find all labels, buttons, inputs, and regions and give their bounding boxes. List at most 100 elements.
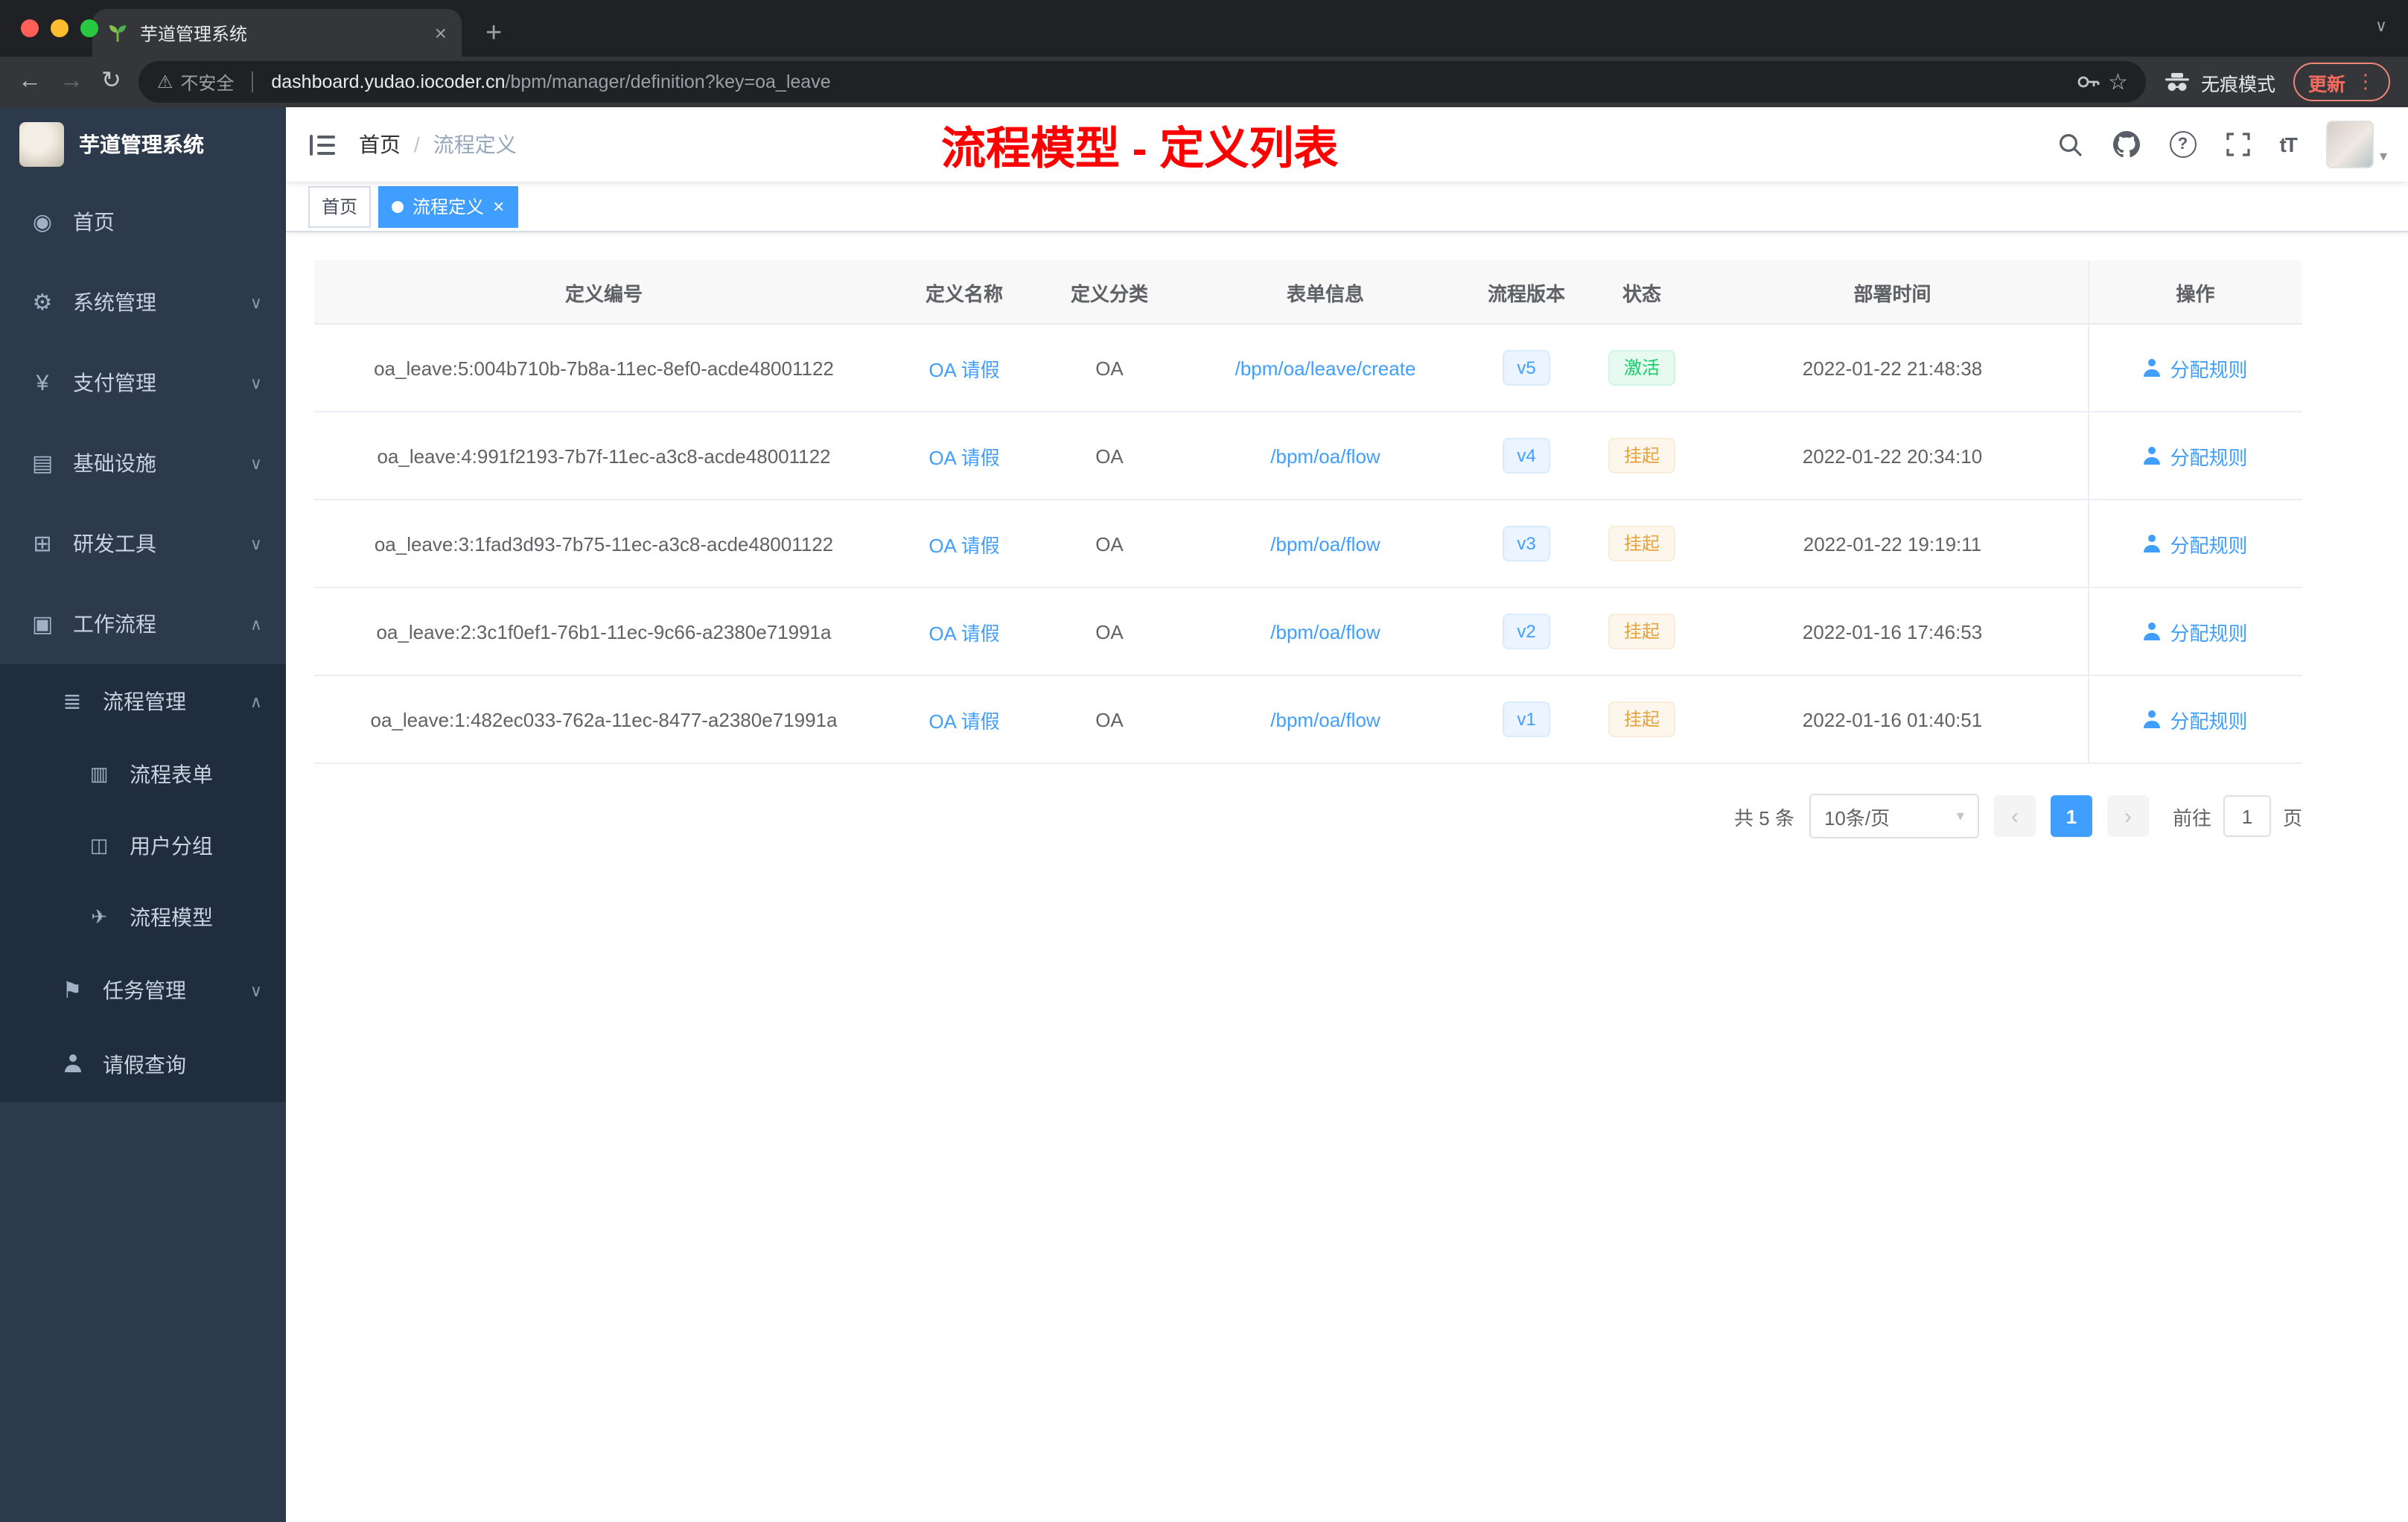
sidebar-item-label: 研发工具 [73,532,156,555]
definition-category: OA [1035,675,1184,764]
back-icon[interactable]: ← [18,69,42,94]
sidebar-item-infrastructure[interactable]: ▤ 基础设施 ∨ [0,423,286,503]
version-tag: v5 [1502,349,1551,386]
form-link[interactable]: /bpm/oa/flow [1270,620,1380,643]
sidebar-item-label: 支付管理 [73,371,156,395]
deploy-time: 2022-01-22 20:34:10 [1698,412,2088,500]
browser-tab[interactable]: 芋道管理系统 × [92,9,462,57]
github-icon[interactable] [2112,131,2140,158]
collapse-sidebar-icon[interactable] [286,133,359,156]
tab-close-icon[interactable]: × [435,21,447,45]
form-link[interactable]: /bpm/oa/flow [1270,532,1380,555]
tag-label: 流程定义 [413,197,485,217]
chevron-up-icon: ∧ [249,616,262,634]
sidebar-item-label: 首页 [73,210,115,234]
form-link[interactable]: /bpm/oa/flow [1270,445,1380,467]
breadcrumb-separator: / [414,133,420,156]
definition-id: oa_leave:3:1fad3d93-7b75-11ec-a3c8-acde4… [314,500,894,588]
tag-home[interactable]: 首页 [308,185,372,227]
user-menu[interactable]: ▾ [2325,121,2387,168]
deploy-time: 2022-01-22 21:48:38 [1698,324,2088,413]
avatar[interactable] [2325,121,2374,168]
help-icon[interactable]: ? [2169,131,2197,158]
password-key-icon[interactable] [2075,70,2099,94]
page-number-button[interactable]: 1 [2050,795,2092,837]
tag-process-definition[interactable]: 流程定义 × [378,185,518,227]
deploy-time: 2022-01-22 19:19:11 [1698,500,2088,588]
user-icon [2143,623,2161,640]
page-content: 定义编号 定义名称 定义分类 表单信息 流程版本 状态 部署时间 操作 oa_l [286,232,2408,1522]
sidebar-item-home[interactable]: ◉ 首页 [0,182,286,262]
page-size-select[interactable]: 10条/页 ▾ [1809,794,1979,838]
assign-rule-button[interactable]: 分配规则 [2143,529,2247,558]
browser-toolbar: ← → ↻ ⚠ 不安全 dashboard.yudao.iocoder.cn/b… [0,57,2408,107]
tab-search-caret-icon[interactable]: ∨ [2375,16,2387,36]
table-row: oa_leave:5:004b710b-7b8a-11ec-8ef0-acde4… [314,324,2302,413]
sidebar-item-workflow[interactable]: ▣ 工作流程 ∧ [0,584,286,664]
reload-icon[interactable]: ↻ [101,69,121,94]
form-icon: ▥ [89,762,109,785]
next-page-button[interactable]: › [2106,795,2149,837]
table-row: oa_leave:1:482ec033-762a-11ec-8477-a2380… [314,675,2302,764]
infrastructure-icon: ▤ [31,451,54,477]
minimize-window-button[interactable] [51,19,69,37]
search-icon[interactable] [2058,132,2083,157]
sidebar-item-user-group[interactable]: ◫ 用户分组 [0,810,286,882]
sidebar-item-process-management[interactable]: ≣ 流程管理 ∧ [0,664,286,739]
assign-rule-button[interactable]: 分配规则 [2143,442,2247,470]
definition-name-link[interactable]: OA 请假 [929,622,999,644]
assign-rule-button[interactable]: 分配规则 [2143,354,2247,382]
definition-name-link[interactable]: OA 请假 [929,534,999,556]
definition-name-link[interactable]: OA 请假 [929,358,999,380]
form-link[interactable]: /bpm/oa/flow [1270,708,1380,730]
assign-rule-button[interactable]: 分配规则 [2143,617,2247,646]
assign-rule-button[interactable]: 分配规则 [2143,705,2247,733]
col-form-info: 表单信息 [1184,261,1467,325]
select-caret-icon: ▾ [1956,808,1964,824]
definition-category: OA [1035,500,1184,588]
sidebar-item-process-form[interactable]: ▥ 流程表单 [0,739,286,810]
total-count: 共 5 条 [1734,806,1794,829]
sidebar-item-task-management[interactable]: ⚑ 任务管理 ∨ [0,953,286,1028]
new-tab-button[interactable]: + [485,19,502,48]
goto-label: 前往 [2172,806,2211,829]
form-link[interactable]: /bpm/oa/leave/create [1235,357,1416,379]
status-tag: 挂起 [1608,437,1675,474]
sidebar: 芋道管理系统 ◉ 首页 ⚙ 系统管理 ∨ ¥ 支付管理 ∨ ▤ 基础设施 ∨ ⊞… [0,107,286,1522]
version-tag: v2 [1502,613,1551,650]
close-window-button[interactable] [21,19,39,37]
security-label: 不安全 [180,72,235,93]
sidebar-item-payment[interactable]: ¥ 支付管理 ∨ [0,343,286,423]
definition-name-link[interactable]: OA 请假 [929,446,999,468]
version-tag: v1 [1502,701,1551,738]
update-chrome-button[interactable]: 更新 ⋮ [2293,63,2390,101]
sidebar-item-devtools[interactable]: ⊞ 研发工具 ∨ [0,503,286,584]
forward-icon[interactable]: → [60,69,83,94]
sidebar-item-process-model[interactable]: ✈ 流程模型 [0,882,286,953]
address-bar[interactable]: ⚠ 不安全 dashboard.yudao.iocoder.cn/bpm/man… [138,61,2146,103]
definition-id: oa_leave:4:991f2193-7b7f-11ec-a3c8-acde4… [314,412,894,500]
chevron-down-icon: ∨ [249,294,262,312]
browser-menu-icon[interactable]: ⋮ [2356,70,2375,94]
fullscreen-icon[interactable] [2226,133,2250,156]
breadcrumb-home[interactable]: 首页 [359,130,401,159]
font-size-icon[interactable]: tT [2280,133,2298,156]
sidebar-item-label: 流程管理 [103,690,186,713]
sidebar-item-leave-query[interactable]: 请假查询 [0,1028,286,1102]
security-indicator[interactable]: ⚠ 不安全 [157,69,235,95]
tools-icon: ⊞ [33,532,52,557]
bookmark-star-icon[interactable]: ☆ [2108,69,2128,95]
url-path: /bpm/manager/definition?key=oa_leave [505,71,831,92]
person-icon [60,1052,85,1077]
sidebar-item-label: 流程表单 [130,762,213,786]
status-tag: 挂起 [1608,525,1675,562]
sidebar-item-system[interactable]: ⚙ 系统管理 ∨ [0,262,286,343]
prev-page-button[interactable]: ‹ [1993,795,2036,837]
maximize-window-button[interactable] [80,19,98,37]
sidebar-item-label: 任务管理 [103,978,186,1002]
definition-name-link[interactable]: OA 请假 [929,710,999,732]
goto-page-input[interactable] [2223,795,2271,837]
tag-close-icon[interactable]: × [493,197,504,216]
warning-icon: ⚠ [156,71,173,92]
workflow-submenu: ≣ 流程管理 ∧ ▥ 流程表单 ◫ 用户分组 ✈ 流程模型 ⚑ 任务管理 ∨ 请… [0,664,286,1102]
